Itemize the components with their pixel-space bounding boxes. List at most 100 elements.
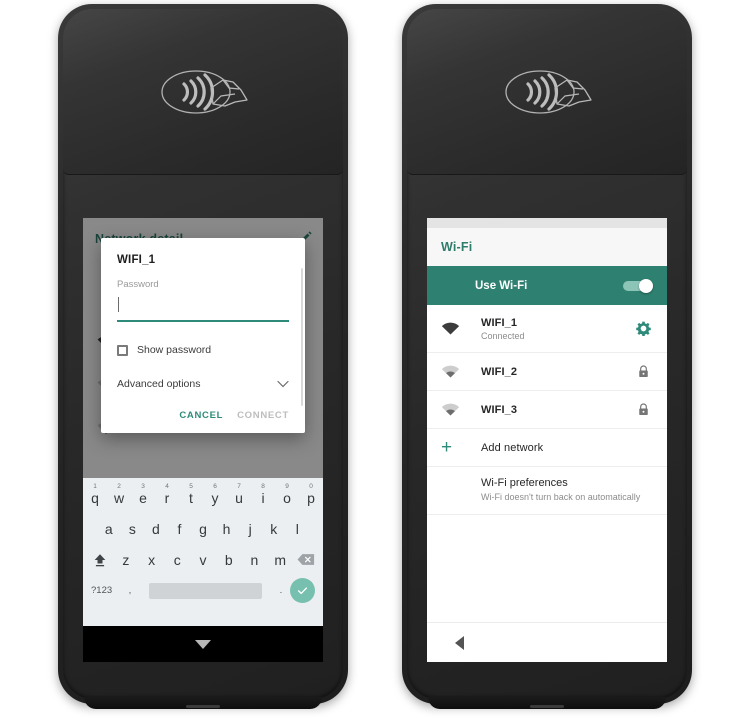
key-h[interactable]: h [215,521,239,537]
contactless-payment-icon [505,69,592,114]
key-p[interactable]: 0p [299,483,323,506]
key-number-hint: 4 [165,482,169,490]
use-wifi-row[interactable]: Use Wi-Fi [427,266,667,305]
show-password-label: Show password [137,344,212,356]
wifi-signal-weak-icon-wrap [441,365,465,378]
network-row-wifi-2[interactable]: WIFI_2 [427,353,667,391]
chevron-down-icon[interactable] [277,380,289,388]
key-number-hint: 5 [189,482,193,490]
checkmark-enter-icon [297,587,308,595]
key-c[interactable]: c [164,552,190,568]
key-l[interactable]: l [285,521,309,537]
dialog-scrollbar[interactable] [301,268,303,406]
key-w[interactable]: 2w [107,483,131,506]
key-n[interactable]: n [242,552,268,568]
key-x[interactable]: x [139,552,165,568]
navigation-bar-left [83,626,323,662]
network-texts: WIFI_3 [465,404,633,416]
payment-terminal-right: Wi-Fi Use Wi-Fi WIFI_1 Connected WIFI_2 … [402,4,692,709]
key-number-hint: 3 [141,482,145,490]
wifi-preferences-row[interactable]: Wi-Fi preferences Wi-Fi doesn't turn bac… [427,467,667,515]
key-o[interactable]: 9o [275,483,299,506]
wifi-signal-icon [441,403,460,416]
status-bar [427,218,667,228]
key-j[interactable]: j [238,521,262,537]
cancel-button[interactable]: CANCEL [179,410,223,421]
add-network-texts: Add network [465,442,633,454]
shift-up-arrow-icon [94,553,106,566]
key-z[interactable]: z [113,552,139,568]
show-password-checkbox[interactable] [117,344,128,356]
network-status: Connected [481,330,525,341]
keyboard-row-2: asdfghjkl [83,513,323,544]
network-texts: WIFI_2 [465,366,633,378]
comma-key[interactable]: , [121,585,139,596]
key-t[interactable]: 5t [179,483,203,506]
onscreen-keyboard: 1q2w3e4r5t6y7u8i9o0p asdfghjkl z x c v b… [83,478,323,626]
wifi-header: Wi-Fi [427,228,667,266]
key-s[interactable]: s [121,521,145,537]
device-foot-right [428,697,666,709]
key-number-hint: 1 [93,482,97,490]
space-key[interactable] [149,582,262,599]
back-triangle-icon[interactable] [455,635,464,650]
key-v[interactable]: v [190,552,216,568]
advanced-options-row[interactable]: Advanced options [117,378,289,390]
screenshot-stage: Network detail [0,0,750,719]
wifi-signal-weak-icon-wrap [441,403,465,416]
key-f[interactable]: f [168,521,192,537]
show-password-row[interactable]: Show password [117,344,289,356]
period-key[interactable]: . [272,585,290,596]
password-label: Password [117,279,159,290]
add-network-row[interactable]: + Add network [427,429,667,467]
text-caret [118,297,119,312]
add-network-label: Add network [481,441,544,454]
navigation-bar-right [427,622,667,662]
password-input[interactable] [117,294,289,322]
key-a[interactable]: a [97,521,121,537]
key-y[interactable]: 6y [203,483,227,506]
hide-keyboard-down-icon[interactable] [195,639,211,649]
key-r[interactable]: 4r [155,483,179,506]
key-g[interactable]: g [191,521,215,537]
enter-key[interactable] [290,578,315,603]
key-k[interactable]: k [262,521,286,537]
wifi-preferences-subtitle: Wi-Fi doesn't turn back on automatically [481,492,641,502]
use-wifi-toggle[interactable] [623,278,653,293]
backspace-key[interactable] [293,553,319,566]
network-trailing[interactable] [633,321,653,336]
network-ssid: WIFI_2 [481,365,518,378]
key-i[interactable]: 8i [251,483,275,506]
network-row-wifi-3[interactable]: WIFI_3 [427,391,667,429]
device-foot-slot [186,705,220,708]
network-trailing [633,365,653,378]
lock-icon [638,365,648,377]
dialog-title: WIFI_1 [117,254,156,266]
backspace-delete-icon [297,554,315,565]
wifi-signal-icon [441,365,460,378]
keyboard-row-1: 1q2w3e4r5t6y7u8i9o0p [83,482,323,513]
key-number-hint: 2 [117,482,121,490]
toggle-thumb [639,278,653,293]
key-q[interactable]: 1q [83,483,107,506]
shift-key[interactable] [87,552,113,568]
key-u[interactable]: 7u [227,483,251,506]
advanced-options-label: Advanced options [117,378,201,390]
symbols-key[interactable]: ?123 [91,585,121,596]
key-number-hint: 8 [261,482,265,490]
key-d[interactable]: d [144,521,168,537]
key-m[interactable]: m [267,552,293,568]
key-number-hint: 9 [285,482,289,490]
nfc-panel-left [63,9,343,175]
nfc-panel-right [407,9,687,175]
network-row-wifi-1[interactable]: WIFI_1 Connected [427,305,667,353]
key-number-hint: 7 [237,482,241,490]
key-e[interactable]: 3e [131,483,155,506]
wifi-settings-screen: Wi-Fi Use Wi-Fi WIFI_1 Connected WIFI_2 … [427,218,667,662]
gear-settings-icon[interactable] [635,321,651,336]
key-b[interactable]: b [216,552,242,568]
network-texts: WIFI_1 Connected [465,317,633,341]
network-ssid: WIFI_1 [481,316,518,329]
device-foot-slot [530,705,564,708]
connect-button[interactable]: CONNECT [237,410,289,421]
